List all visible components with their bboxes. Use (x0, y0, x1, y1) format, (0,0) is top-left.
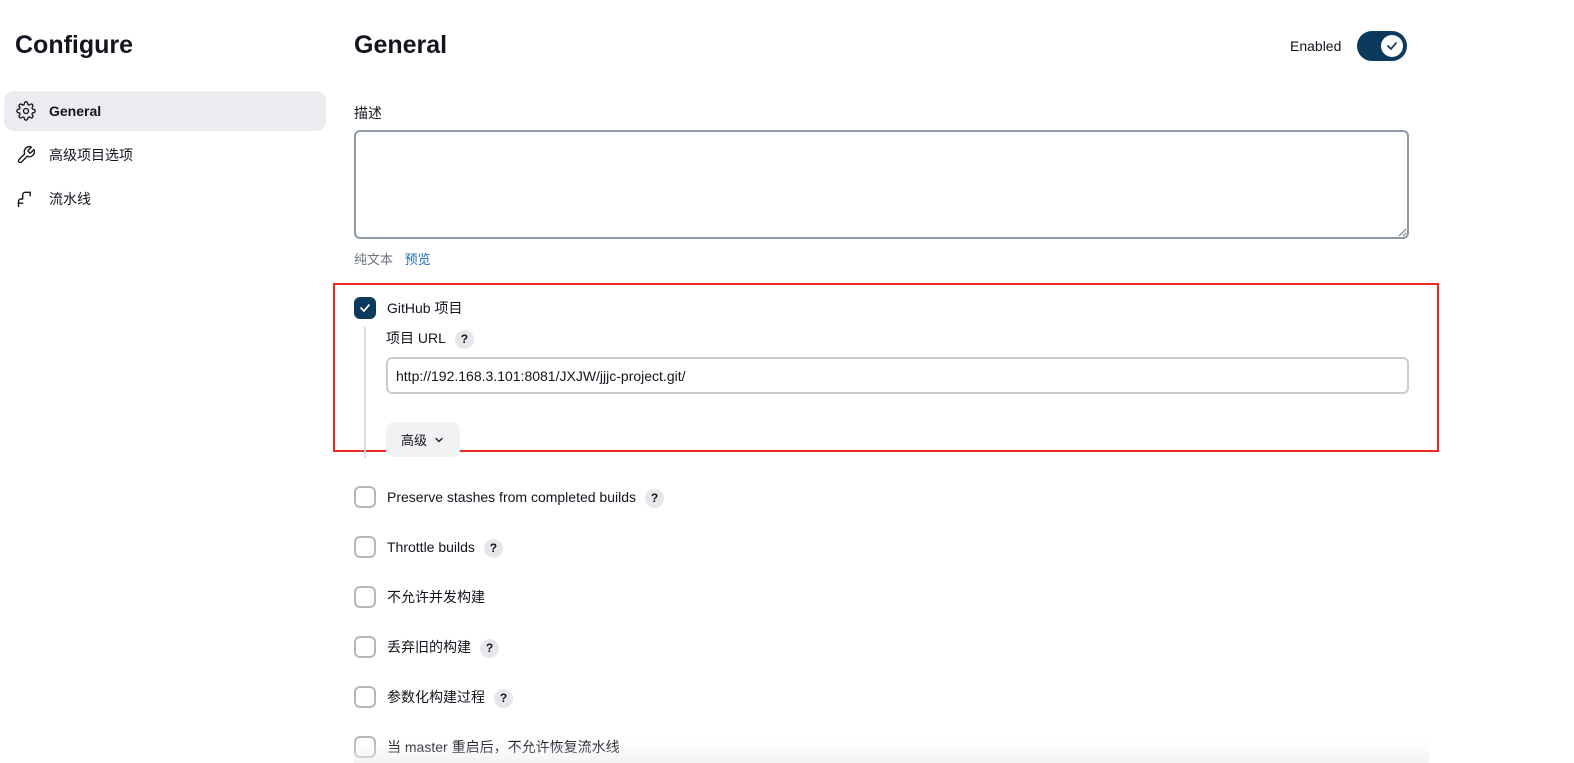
wrench-icon (15, 144, 37, 166)
disable-resume-row: 当 master 重启后，不允许恢复流水线 (387, 737, 620, 757)
enabled-toggle[interactable] (1357, 31, 1408, 61)
sidebar-nav: General 高级项目选项 流水线 (4, 91, 326, 223)
throttle-builds-row: Throttle builds? (387, 537, 503, 558)
toggle-knob (1381, 35, 1404, 57)
resize-grip-icon[interactable] (1398, 228, 1407, 237)
help-icon[interactable]: ? (454, 329, 474, 349)
help-icon[interactable]: ? (483, 538, 503, 558)
github-project-label[interactable]: GitHub 项目 (387, 298, 462, 318)
parameterized-build-label[interactable]: 参数化构建过程 (387, 689, 485, 705)
discard-old-builds-checkbox[interactable] (354, 636, 376, 658)
gear-icon (15, 100, 37, 122)
discard-old-builds-row: 丢弃旧的构建? (387, 637, 499, 658)
check-icon (1387, 42, 1398, 50)
disable-concurrent-builds-label[interactable]: 不允许并发构建 (387, 589, 485, 605)
sidebar-item-advanced-project-options[interactable]: 高级项目选项 (4, 135, 326, 175)
plain-text-label: 纯文本 (354, 252, 394, 267)
project-url-label-row: 项目 URL? (386, 328, 474, 349)
project-url-label: 项目 URL (386, 330, 446, 346)
throttle-builds-label[interactable]: Throttle builds (387, 539, 475, 555)
enabled-label: Enabled (1290, 38, 1342, 54)
description-textarea[interactable] (354, 130, 1409, 239)
disable-resume-checkbox[interactable] (354, 736, 376, 758)
preview-link[interactable]: 预览 (405, 252, 431, 267)
nested-indent-line (364, 327, 366, 458)
disable-concurrent-builds-row: 不允许并发构建 (387, 587, 485, 607)
parameterized-build-row: 参数化构建过程? (387, 687, 513, 708)
enabled-control: Enabled (1290, 31, 1408, 61)
throttle-builds-checkbox[interactable] (354, 536, 376, 558)
sidebar-item-pipeline[interactable]: 流水线 (4, 179, 326, 219)
sidebar-item-label: General (49, 103, 102, 119)
preserve-stashes-checkbox[interactable] (354, 486, 376, 508)
sidebar-item-general[interactable]: General (4, 91, 326, 131)
markup-format-row: 纯文本 预览 (354, 249, 431, 268)
help-icon[interactable]: ? (480, 638, 499, 658)
disable-resume-label[interactable]: 当 master 重启后，不允许恢复流水线 (387, 739, 620, 755)
help-icon[interactable]: ? (645, 488, 664, 508)
discard-old-builds-label[interactable]: 丢弃旧的构建 (387, 639, 471, 655)
project-url-input[interactable] (386, 357, 1409, 394)
check-icon (360, 304, 370, 312)
sidebar-item-label: 流水线 (49, 191, 91, 207)
disable-concurrent-builds-checkbox[interactable] (354, 586, 376, 608)
parameterized-build-checkbox[interactable] (354, 686, 376, 708)
sidebar-item-label: 高级项目选项 (49, 147, 133, 163)
description-label: 描述 (354, 105, 382, 121)
github-project-checkbox[interactable] (354, 297, 376, 319)
help-icon[interactable]: ? (494, 688, 513, 708)
page-title: General (354, 31, 448, 59)
chevron-down-icon (435, 437, 443, 442)
preserve-stashes-label[interactable]: Preserve stashes from completed builds (387, 489, 636, 505)
pipeline-icon (15, 188, 37, 210)
preserve-stashes-row: Preserve stashes from completed builds? (387, 487, 664, 508)
sidebar-title: Configure (15, 31, 134, 59)
advanced-button[interactable]: 高级 (386, 422, 460, 457)
advanced-label: 高级 (400, 433, 427, 448)
